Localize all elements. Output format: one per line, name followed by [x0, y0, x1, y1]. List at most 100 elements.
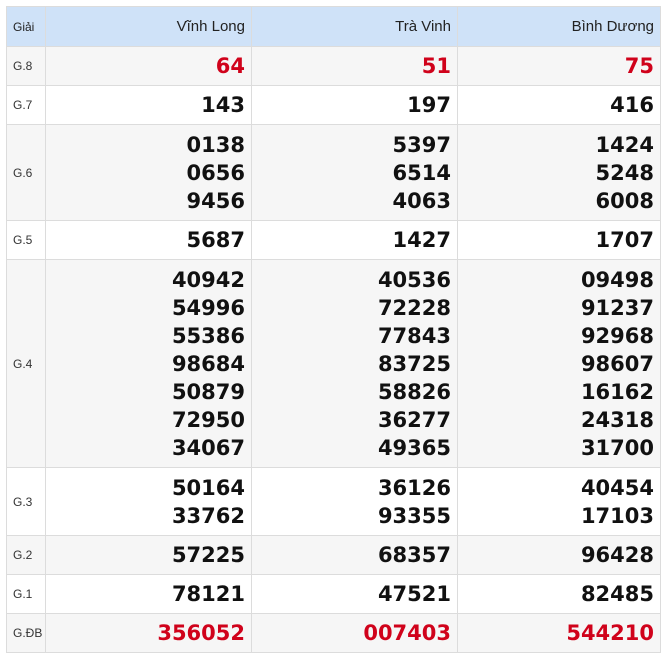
result-number: 78121 — [171, 582, 245, 606]
result-number: 47521 — [377, 582, 451, 606]
result-cell: 57225 — [45, 535, 252, 575]
result-number: 197 — [407, 93, 451, 117]
result-cell: 09498 91237 92968 98607 16162 24318 31700 — [457, 259, 661, 468]
result-number: 1707 — [595, 228, 654, 252]
result-number: 91237 — [580, 295, 654, 320]
result-number: 544210 — [566, 621, 654, 645]
result-number: 6514 — [392, 160, 451, 185]
result-number: 5687 — [186, 228, 245, 252]
result-cell: 197 — [251, 85, 458, 125]
prize-row: G.5 5687 1427 1707 — [6, 220, 661, 260]
prize-row: G.ĐB 356052 007403 544210 — [6, 613, 661, 653]
result-number: 4063 — [392, 188, 451, 213]
result-number: 0138 — [186, 132, 245, 157]
prize-label: G.4 — [6, 259, 46, 468]
prize-label: G.2 — [6, 535, 46, 575]
result-number: 50164 — [171, 475, 245, 500]
prize-label: G.7 — [6, 85, 46, 125]
result-number: 143 — [201, 93, 245, 117]
result-cell: 40942 54996 55386 98684 50879 72950 34067 — [45, 259, 252, 468]
result-number: 6008 — [595, 188, 654, 213]
province-header-tra-vinh: Trà Vinh — [251, 6, 458, 47]
result-number: 40942 — [171, 267, 245, 292]
result-number: 31700 — [580, 435, 654, 460]
result-number: 92968 — [580, 323, 654, 348]
result-number: 9456 — [186, 188, 245, 213]
result-number: 75 — [624, 54, 654, 78]
province-header-binh-duong: Bình Dương — [457, 6, 661, 47]
result-number: 36277 — [377, 407, 451, 432]
result-number: 96428 — [580, 543, 654, 567]
result-number: 40536 — [377, 267, 451, 292]
result-cell: 68357 — [251, 535, 458, 575]
result-number: 51 — [421, 54, 451, 78]
result-number: 83725 — [377, 351, 451, 376]
result-cell: 40536 72228 77843 83725 58826 36277 49365 — [251, 259, 458, 468]
result-cell: 78121 — [45, 574, 252, 614]
result-cell: 5397 6514 4063 — [251, 124, 458, 221]
result-number: 50879 — [171, 379, 245, 404]
result-number: 007403 — [363, 621, 451, 645]
result-number: 68357 — [377, 543, 451, 567]
result-number: 93355 — [377, 503, 451, 528]
prize-label: G.3 — [6, 467, 46, 536]
result-cell: 51 — [251, 46, 458, 86]
result-number: 72950 — [171, 407, 245, 432]
result-number: 17103 — [580, 503, 654, 528]
result-cell: 416 — [457, 85, 661, 125]
result-cell: 96428 — [457, 535, 661, 575]
prize-column-header: Giải — [6, 6, 46, 47]
header-row: Giải Vĩnh Long Trà Vinh Bình Dương — [6, 6, 661, 47]
result-number: 1424 — [595, 132, 654, 157]
result-number: 36126 — [377, 475, 451, 500]
result-number: 82485 — [580, 582, 654, 606]
prize-row: G.1 78121 47521 82485 — [6, 574, 661, 614]
prize-row: G.2 57225 68357 96428 — [6, 535, 661, 575]
result-number: 98607 — [580, 351, 654, 376]
prize-label: G.6 — [6, 124, 46, 221]
result-cell: 36126 93355 — [251, 467, 458, 536]
result-number: 356052 — [157, 621, 245, 645]
result-number: 09498 — [580, 267, 654, 292]
result-number: 34067 — [171, 435, 245, 460]
prize-row: G.4 40942 54996 55386 98684 50879 72950 34067 40… — [6, 259, 661, 468]
result-number: 57225 — [171, 543, 245, 567]
result-cell: 1424 5248 6008 — [457, 124, 661, 221]
province-header-vinh-long: Vĩnh Long — [45, 6, 252, 47]
result-number: 40454 — [580, 475, 654, 500]
prize-row: G.6 0138 0656 9456 5397 6514 4063 1424 5248 6008 — [6, 124, 661, 221]
result-cell: 0138 0656 9456 — [45, 124, 252, 221]
result-number: 0656 — [186, 160, 245, 185]
result-cell: 007403 — [251, 613, 458, 653]
result-number: 64 — [215, 54, 245, 78]
result-number: 5397 — [392, 132, 451, 157]
result-number: 72228 — [377, 295, 451, 320]
result-cell: 1427 — [251, 220, 458, 260]
results-body: G.8 64 51 75 G.7 143 197 416 G.6 0138 0656 9456 5397… — [6, 46, 661, 653]
result-number: 49365 — [377, 435, 451, 460]
result-number: 16162 — [580, 379, 654, 404]
prize-row: G.7 143 197 416 — [6, 85, 661, 125]
result-number: 33762 — [171, 503, 245, 528]
prize-label: G.1 — [6, 574, 46, 614]
result-cell: 544210 — [457, 613, 661, 653]
prize-label: G.ĐB — [6, 613, 46, 653]
result-cell: 1707 — [457, 220, 661, 260]
result-cell: 75 — [457, 46, 661, 86]
result-cell: 82485 — [457, 574, 661, 614]
result-cell: 143 — [45, 85, 252, 125]
result-number: 54996 — [171, 295, 245, 320]
result-cell: 5687 — [45, 220, 252, 260]
result-number: 416 — [610, 93, 654, 117]
result-number: 5248 — [595, 160, 654, 185]
result-cell: 356052 — [45, 613, 252, 653]
result-number: 77843 — [377, 323, 451, 348]
lottery-results-table: Giải Vĩnh Long Trà Vinh Bình Dương G.8 64… — [6, 6, 661, 653]
prize-row: G.8 64 51 75 — [6, 46, 661, 86]
result-number: 24318 — [580, 407, 654, 432]
result-number: 1427 — [392, 228, 451, 252]
prize-label: G.8 — [6, 46, 46, 86]
result-number: 98684 — [171, 351, 245, 376]
result-cell: 50164 33762 — [45, 467, 252, 536]
prize-label: G.5 — [6, 220, 46, 260]
